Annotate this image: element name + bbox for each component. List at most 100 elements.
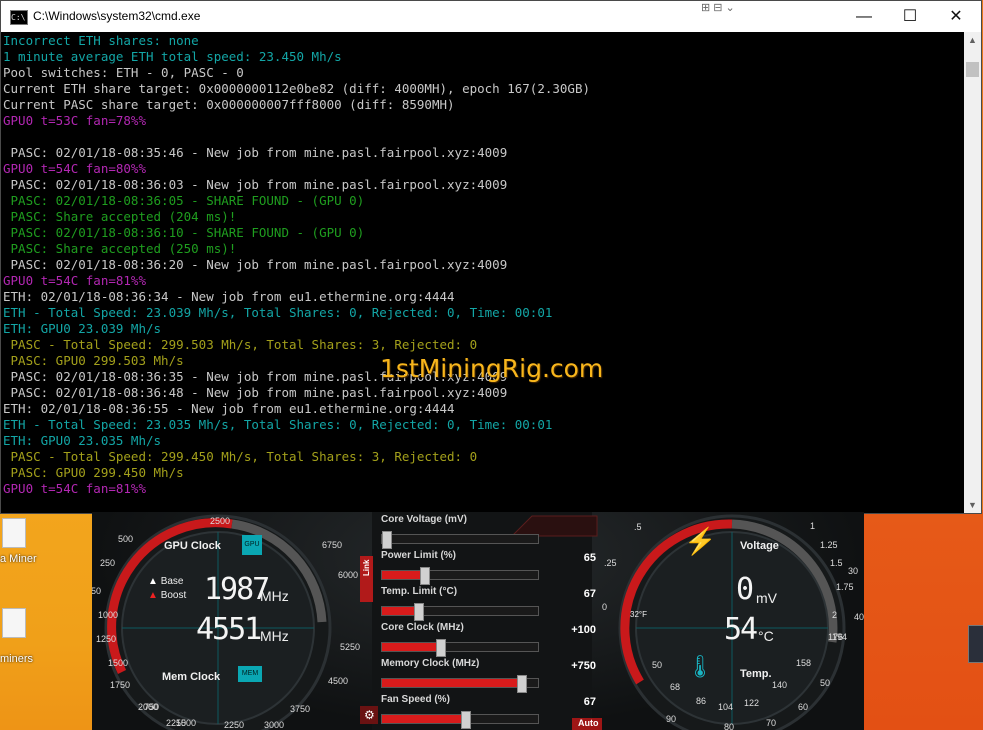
console-output[interactable]: Incorrect ETH shares: none 1 minute avera… xyxy=(1,32,964,513)
console-line: 1 minute average ETH total speed: 23.450… xyxy=(3,49,342,64)
temp-label: Temp. xyxy=(740,668,772,680)
gauge-tick-label: .25 xyxy=(604,558,617,568)
slider-fill xyxy=(382,679,521,687)
gauge-tick-label: 6750 xyxy=(322,540,343,550)
desktop-background-right xyxy=(864,510,983,730)
console-line: ETH - Total Speed: 23.039 Mh/s, Total Sh… xyxy=(3,305,553,320)
console-line: ETH: GPU0 23.039 Mh/s xyxy=(3,321,162,336)
gauge-tick-label: 2500 xyxy=(210,516,231,526)
side-panel-tab[interactable] xyxy=(968,625,983,663)
desktop-file-icon[interactable] xyxy=(2,608,26,638)
gauge-tick-label: 1500 xyxy=(108,658,129,668)
snip-toolbar[interactable]: ⊞ ⊟ ⌄ xyxy=(701,1,735,17)
minimize-button[interactable]: — xyxy=(841,1,887,32)
slider-knob[interactable] xyxy=(516,675,527,693)
slider-track[interactable] xyxy=(381,603,539,621)
voltage-label: Voltage xyxy=(740,540,779,552)
gauge-tick-label: 2250 xyxy=(224,720,245,730)
console-line: PASC: 02/01/18-08:36:03 - New job from m… xyxy=(3,177,508,192)
desktop-icon-label[interactable]: a Miner xyxy=(0,553,37,565)
console-line: ETH: 02/01/18-08:36:34 - New job from eu… xyxy=(3,289,455,304)
gauge-tick-label: 68 xyxy=(670,682,681,692)
slider-value: 67 xyxy=(583,696,596,708)
slider-knob[interactable] xyxy=(382,531,392,549)
mem-clock-value: 4551 xyxy=(196,612,262,647)
console-line: PASC: Share accepted (204 ms)! xyxy=(3,209,237,224)
watermark: 1stMiningRig.com xyxy=(380,354,604,383)
gauge-tick-label: 50 xyxy=(820,678,831,688)
console-line: ETH: 02/01/18-08:36:55 - New job from eu… xyxy=(3,401,455,416)
boost-label: Boost xyxy=(160,590,187,601)
gpu-chip-icon: GPU xyxy=(242,535,262,555)
slider-knob[interactable] xyxy=(435,639,446,657)
link-toggle[interactable]: Link xyxy=(362,560,371,576)
gauge-tick-label: 194 xyxy=(832,632,848,642)
voltage-value: 0 xyxy=(736,572,754,607)
desktop-file-icon[interactable] xyxy=(2,518,26,548)
mem-clock-label: Mem Clock xyxy=(162,671,221,683)
gauge-tick-label: 1.5 xyxy=(830,558,843,568)
console-line: PASC: GPU0 299.450 Mh/s xyxy=(3,465,184,480)
slider-value: +750 xyxy=(571,660,596,672)
slider-value: +100 xyxy=(571,624,596,636)
console-line: PASC: Share accepted (250 ms)! xyxy=(3,241,237,256)
gpu-clock-value: 1987 xyxy=(204,572,270,607)
console-line: ETH: GPU0 23.035 Mh/s xyxy=(3,433,162,448)
fan-auto-button[interactable]: Auto xyxy=(578,718,599,728)
window-title: C:\Windows\system32\cmd.exe xyxy=(33,9,201,23)
maximize-button[interactable]: ☐ xyxy=(887,1,933,32)
vertical-scrollbar[interactable]: ▲ ▼ xyxy=(964,32,981,513)
slider-track[interactable] xyxy=(381,531,539,549)
gauge-tick-label: 5250 xyxy=(340,642,361,652)
slider-label: Core Voltage (mV) xyxy=(381,514,467,525)
console-line: GPU0 t=53C fan=78%% xyxy=(3,113,146,128)
desktop-icon-label[interactable]: miners xyxy=(0,653,33,665)
gauge-tick-label: 1 xyxy=(810,521,816,531)
slider-track[interactable] xyxy=(381,675,539,693)
afterburner-panel: GPU Clock GPU Mem Clock MEM ▲ Base ▲ Boo… xyxy=(92,512,864,730)
slider-track[interactable] xyxy=(381,567,539,585)
fahrenheit-marker: 32°F xyxy=(630,610,647,619)
slider-knob[interactable] xyxy=(420,567,431,585)
title-bar[interactable]: C:\ C:\Windows\system32\cmd.exe ⊞ ⊟ ⌄ — … xyxy=(1,1,981,32)
slider-label: Temp. Limit (°C) xyxy=(381,586,458,597)
gauge-tick-label: 30 xyxy=(848,566,859,576)
console-line: Incorrect ETH shares: none xyxy=(3,33,199,48)
gpu-clock-unit: MHz xyxy=(260,588,289,604)
scroll-thumb[interactable] xyxy=(966,62,979,77)
slider-track[interactable] xyxy=(381,711,539,729)
gauge-tick-label: 3000 xyxy=(264,720,285,730)
slider-knob[interactable] xyxy=(460,711,471,729)
close-button[interactable]: ✕ xyxy=(933,1,979,32)
console-line: GPU0 t=54C fan=81%% xyxy=(3,481,146,496)
temp-unit: °C xyxy=(758,628,774,644)
console-line: ETH - Total Speed: 23.035 Mh/s, Total Sh… xyxy=(3,417,553,432)
gauge-tick-label: 1500 xyxy=(176,718,197,728)
slider-track[interactable] xyxy=(381,639,539,657)
lightning-icon: ⚡ xyxy=(684,526,717,556)
base-legend: ▲ Base xyxy=(148,576,184,587)
cmd-icon: C:\ xyxy=(10,10,28,25)
scroll-down-icon[interactable]: ▼ xyxy=(964,497,981,513)
slider-knob[interactable] xyxy=(413,603,424,621)
gauge-tick-label: 122 xyxy=(744,698,760,708)
settings-gear-icon[interactable]: ⚙ xyxy=(364,708,375,722)
thermometer-icon: 🌡 xyxy=(686,654,714,679)
gauge-tick-label: 1.25 xyxy=(820,540,838,550)
console-line: PASC - Total Speed: 299.450 Mh/s, Total … xyxy=(3,449,478,464)
console-line: Current PASC share target: 0x000000007ff… xyxy=(3,97,455,112)
gauge-tick-label: 1.75 xyxy=(836,582,854,592)
gpu-clock-label: GPU Clock xyxy=(164,540,221,552)
gauge-tick-label: 90 xyxy=(666,714,677,724)
gauge-tick-label: 2 xyxy=(832,610,838,620)
gauge-tick-label: 86 xyxy=(696,696,707,706)
scroll-up-icon[interactable]: ▲ xyxy=(964,32,981,48)
gauge-tick-label: 4500 xyxy=(328,676,349,686)
gauge-tick-label: 158 xyxy=(796,658,812,668)
console-line: GPU0 t=54C fan=80%% xyxy=(3,161,146,176)
gauge-tick-label: 80 xyxy=(724,722,735,730)
slider-fill xyxy=(382,643,440,651)
gauge-tick-label: 6000 xyxy=(338,570,359,580)
console-line: PASC: 02/01/18-08:35:46 - New job from m… xyxy=(3,145,508,160)
